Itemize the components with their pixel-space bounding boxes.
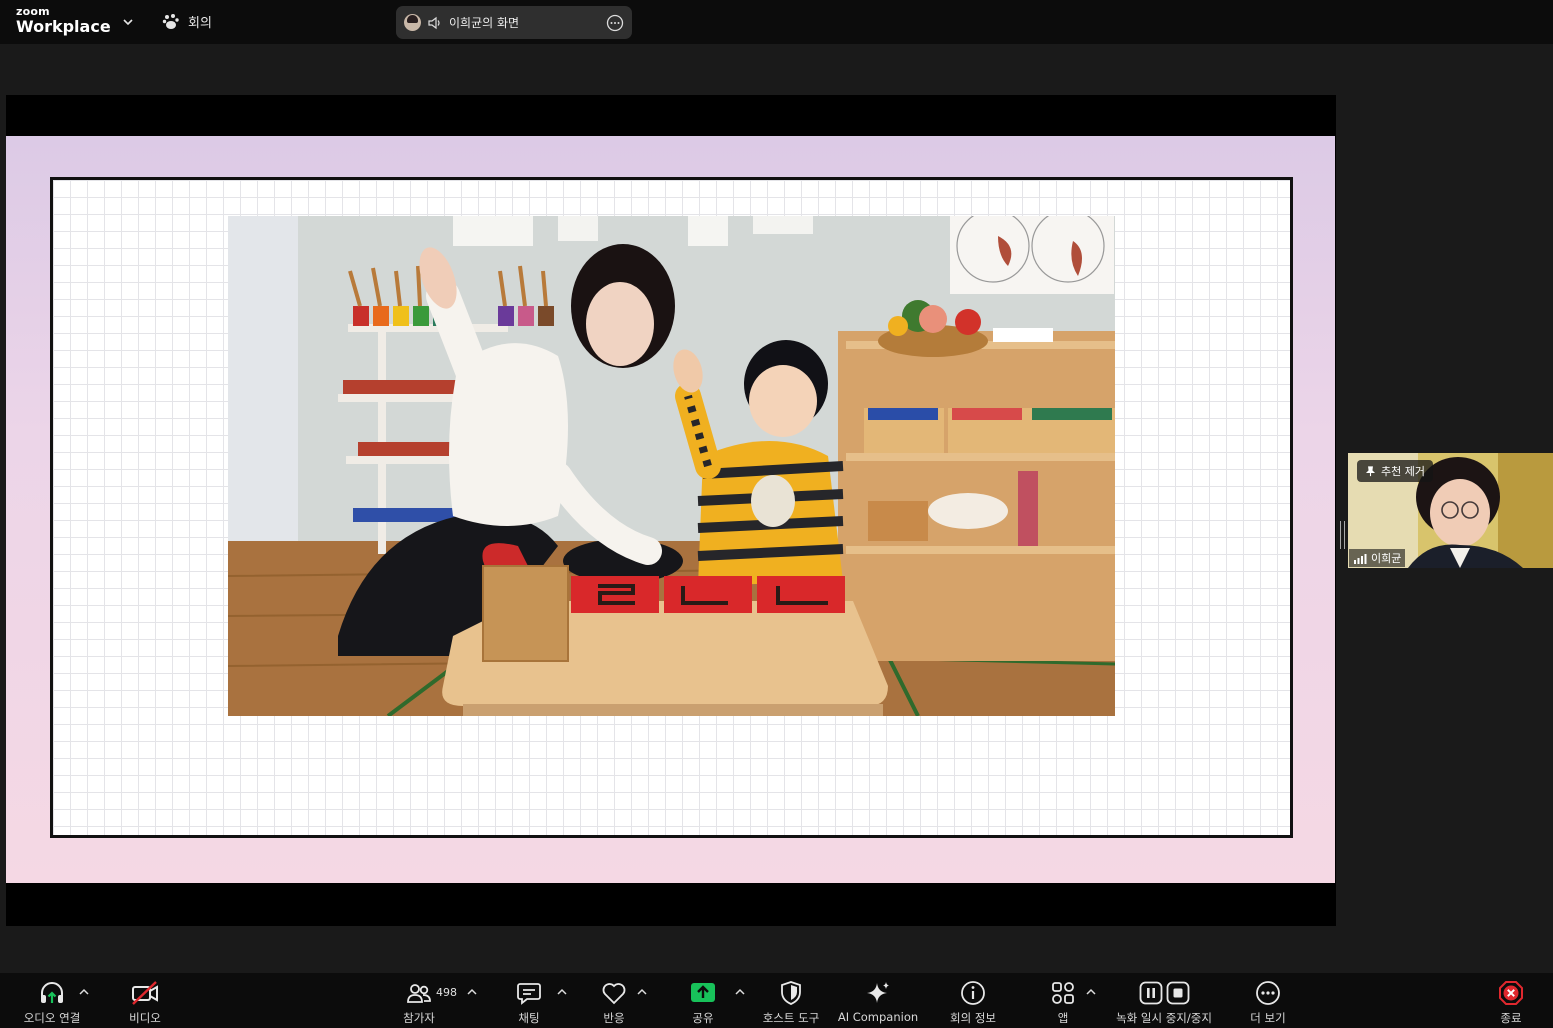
info-icon xyxy=(961,981,985,1005)
participants-button[interactable]: 참가자 xyxy=(364,978,474,1026)
brand-small: zoom xyxy=(16,5,50,18)
more-button[interactable]: 더 보기 xyxy=(1213,978,1323,1026)
chat-icon xyxy=(517,983,541,1005)
more-dots-icon xyxy=(1256,981,1280,1005)
apps-label: 앱 xyxy=(1057,1011,1069,1025)
more-label: 더 보기 xyxy=(1250,1011,1286,1025)
share-label: 공유 xyxy=(692,1011,714,1025)
stop-icon[interactable] xyxy=(1166,981,1190,1005)
end-x-icon xyxy=(1499,981,1523,1005)
meeting-label: 회의 xyxy=(188,16,212,31)
share-arrow-icon xyxy=(691,983,715,1002)
speaker-icon xyxy=(428,16,440,29)
apps-options-caret-icon[interactable] xyxy=(1085,987,1097,997)
participant-name-tag: 이희균 xyxy=(1349,549,1406,567)
shield-icon xyxy=(781,981,801,1005)
sparkle-icon xyxy=(867,982,889,1003)
video-label: 비디오 xyxy=(129,1011,161,1025)
signal-icon xyxy=(1354,553,1367,564)
participant-count: 498 xyxy=(436,986,457,999)
host-tools-label: 호스트 도구 xyxy=(762,1011,820,1025)
participant-name: 이희균 xyxy=(1371,552,1402,565)
recording-controls[interactable]: 녹화 일시 중지/중지 xyxy=(1109,978,1219,1026)
ai-companion-button[interactable]: AI Companion xyxy=(823,978,933,1024)
tile-resize-handle[interactable] xyxy=(1340,521,1345,549)
participants-label: 참가자 xyxy=(403,1011,435,1025)
participants-icon xyxy=(407,984,431,1003)
recording-label: 녹화 일시 중지/중지 xyxy=(1116,1011,1212,1025)
meeting-toolbar: 오디오 연결 비디오 참가자 498 채팅 반응 공유 호스트 도구 AI Co… xyxy=(0,973,1553,1028)
share-title: 이희균의 화면 xyxy=(449,16,520,30)
classroom-photo xyxy=(228,216,1115,716)
top-bar: zoom Workplace 회의 이희균의 화면 xyxy=(0,0,1553,44)
end-meeting-button[interactable]: 종료 xyxy=(1456,978,1553,1026)
video-button[interactable]: 비디오 xyxy=(90,978,200,1026)
reactions-label: 반응 xyxy=(603,1011,625,1025)
brand-big: Workplace xyxy=(16,17,111,36)
zoom-chevron-icon[interactable] xyxy=(120,14,136,30)
video-off-icon xyxy=(132,981,158,1005)
pin-icon xyxy=(1365,465,1376,476)
share-title-pill[interactable]: 이희균의 화면 xyxy=(396,6,632,39)
meeting-menu[interactable]: 회의 xyxy=(162,12,212,31)
meeting-info-label: 회의 정보 xyxy=(950,1011,996,1025)
apps-button[interactable]: 앱 xyxy=(1008,978,1118,1026)
chat-label: 채팅 xyxy=(518,1011,540,1025)
pause-icon[interactable] xyxy=(1139,981,1163,1005)
ai-companion-label: AI Companion xyxy=(837,1010,919,1024)
headphones-icon xyxy=(41,982,63,1003)
audio-options-caret-icon[interactable] xyxy=(78,987,90,997)
meeting-paw-icon xyxy=(162,13,179,29)
zoom-workplace-logo[interactable]: zoom Workplace xyxy=(16,6,111,35)
remove-spotlight-label: 추천 제거 xyxy=(1381,465,1425,478)
more-circle-icon[interactable] xyxy=(606,14,624,32)
heart-icon xyxy=(602,983,626,1005)
remove-spotlight-button[interactable]: 추천 제거 xyxy=(1357,460,1433,482)
audio-label: 오디오 연결 xyxy=(23,1011,81,1025)
reactions-options-caret-icon[interactable] xyxy=(636,987,648,997)
presenter-avatar xyxy=(404,14,421,31)
end-label: 종료 xyxy=(1500,1011,1522,1025)
apps-icon xyxy=(1052,982,1074,1004)
